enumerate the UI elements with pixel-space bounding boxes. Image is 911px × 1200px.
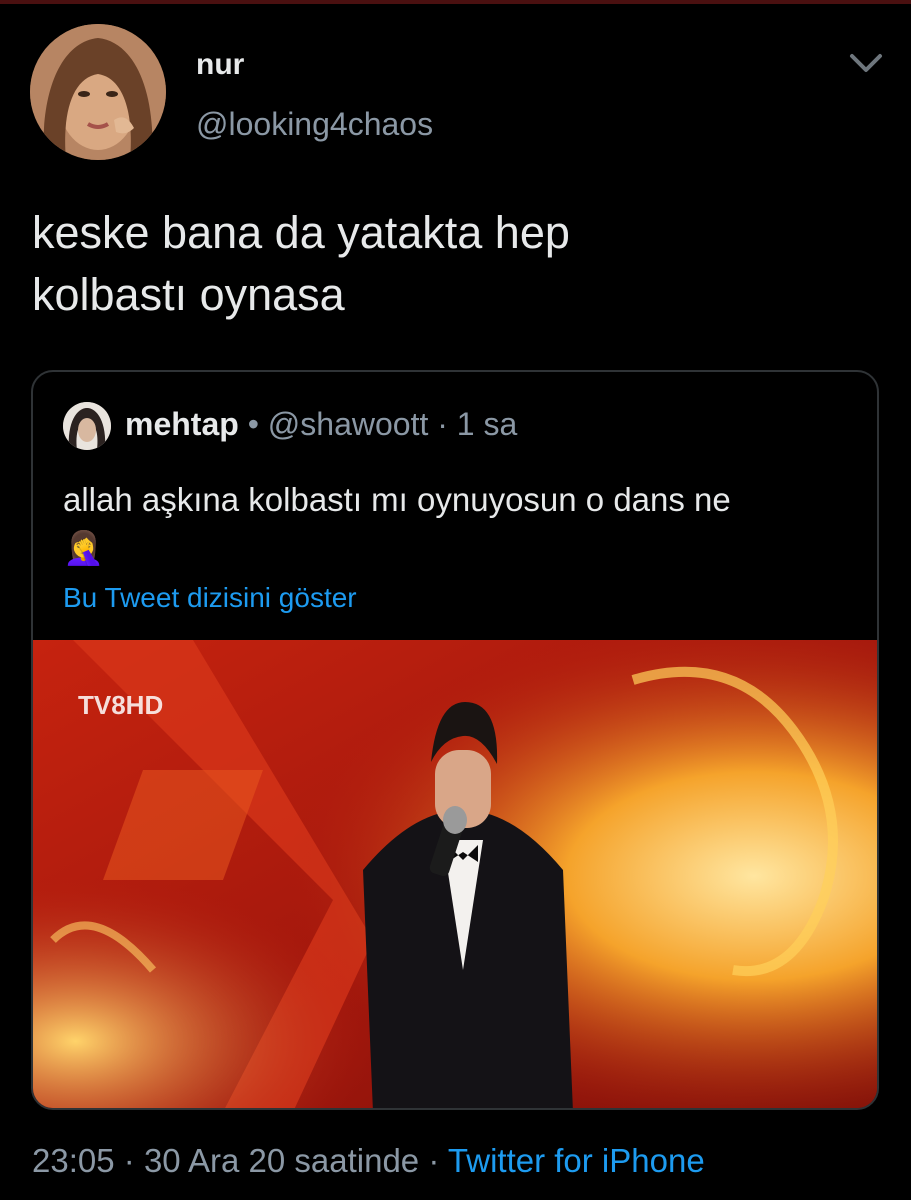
quoted-author-handle: @shawoott: [267, 406, 429, 442]
profile-photo-icon: [63, 402, 111, 450]
meta-separator: ·: [428, 1142, 440, 1179]
tv8-watermark: TV8HD: [78, 690, 163, 720]
show-thread-link[interactable]: Bu Tweet dizisini göster: [63, 582, 357, 614]
quoted-tweet-header: mehtap • @shawoott · 1 sa: [125, 406, 517, 443]
author-avatar[interactable]: [30, 24, 166, 160]
tweet-text-line: kolbastı oynasa: [32, 269, 345, 320]
quoted-tweet-text: allah aşkına kolbastı mı oynuyosun o dan…: [63, 476, 853, 572]
profile-photo-icon: [30, 24, 166, 160]
quoted-tweet-text-line: allah aşkına kolbastı mı oynuyosun o dan…: [63, 481, 731, 518]
name-separator-dot: •: [247, 406, 259, 442]
top-edge-strip: [0, 0, 911, 4]
quoted-author-name: mehtap: [125, 406, 239, 442]
tweet-text-line: keske bana da yatakta hep: [32, 207, 570, 258]
quoted-tweet-media[interactable]: TV8HD: [33, 640, 877, 1108]
quoted-tweet-card[interactable]: mehtap • @shawoott · 1 sa allah aşkına k…: [31, 370, 879, 1110]
video-still-image: TV8HD: [33, 640, 877, 1108]
author-display-name[interactable]: nur: [196, 48, 244, 82]
facepalm-emoji: 🤦‍♀️: [63, 529, 105, 566]
tweet-date: 30 Ara 20 saatinde: [143, 1142, 420, 1179]
quoted-tweet-time: 1 sa: [456, 406, 518, 442]
tweet-text: keske bana da yatakta hep kolbastı oynas…: [32, 202, 872, 326]
meta-separator: ·: [437, 406, 448, 442]
meta-separator: ·: [123, 1142, 135, 1179]
tweet-source-link[interactable]: Twitter for iPhone: [448, 1142, 705, 1179]
quoted-author-avatar: [63, 402, 111, 450]
tweet-meta-line: 23:05 · 30 Ara 20 saatinde · Twitter for…: [32, 1142, 705, 1180]
tweet-time: 23:05: [32, 1142, 115, 1179]
author-handle[interactable]: @looking4chaos: [196, 106, 433, 143]
chevron-down-icon[interactable]: [848, 50, 884, 76]
